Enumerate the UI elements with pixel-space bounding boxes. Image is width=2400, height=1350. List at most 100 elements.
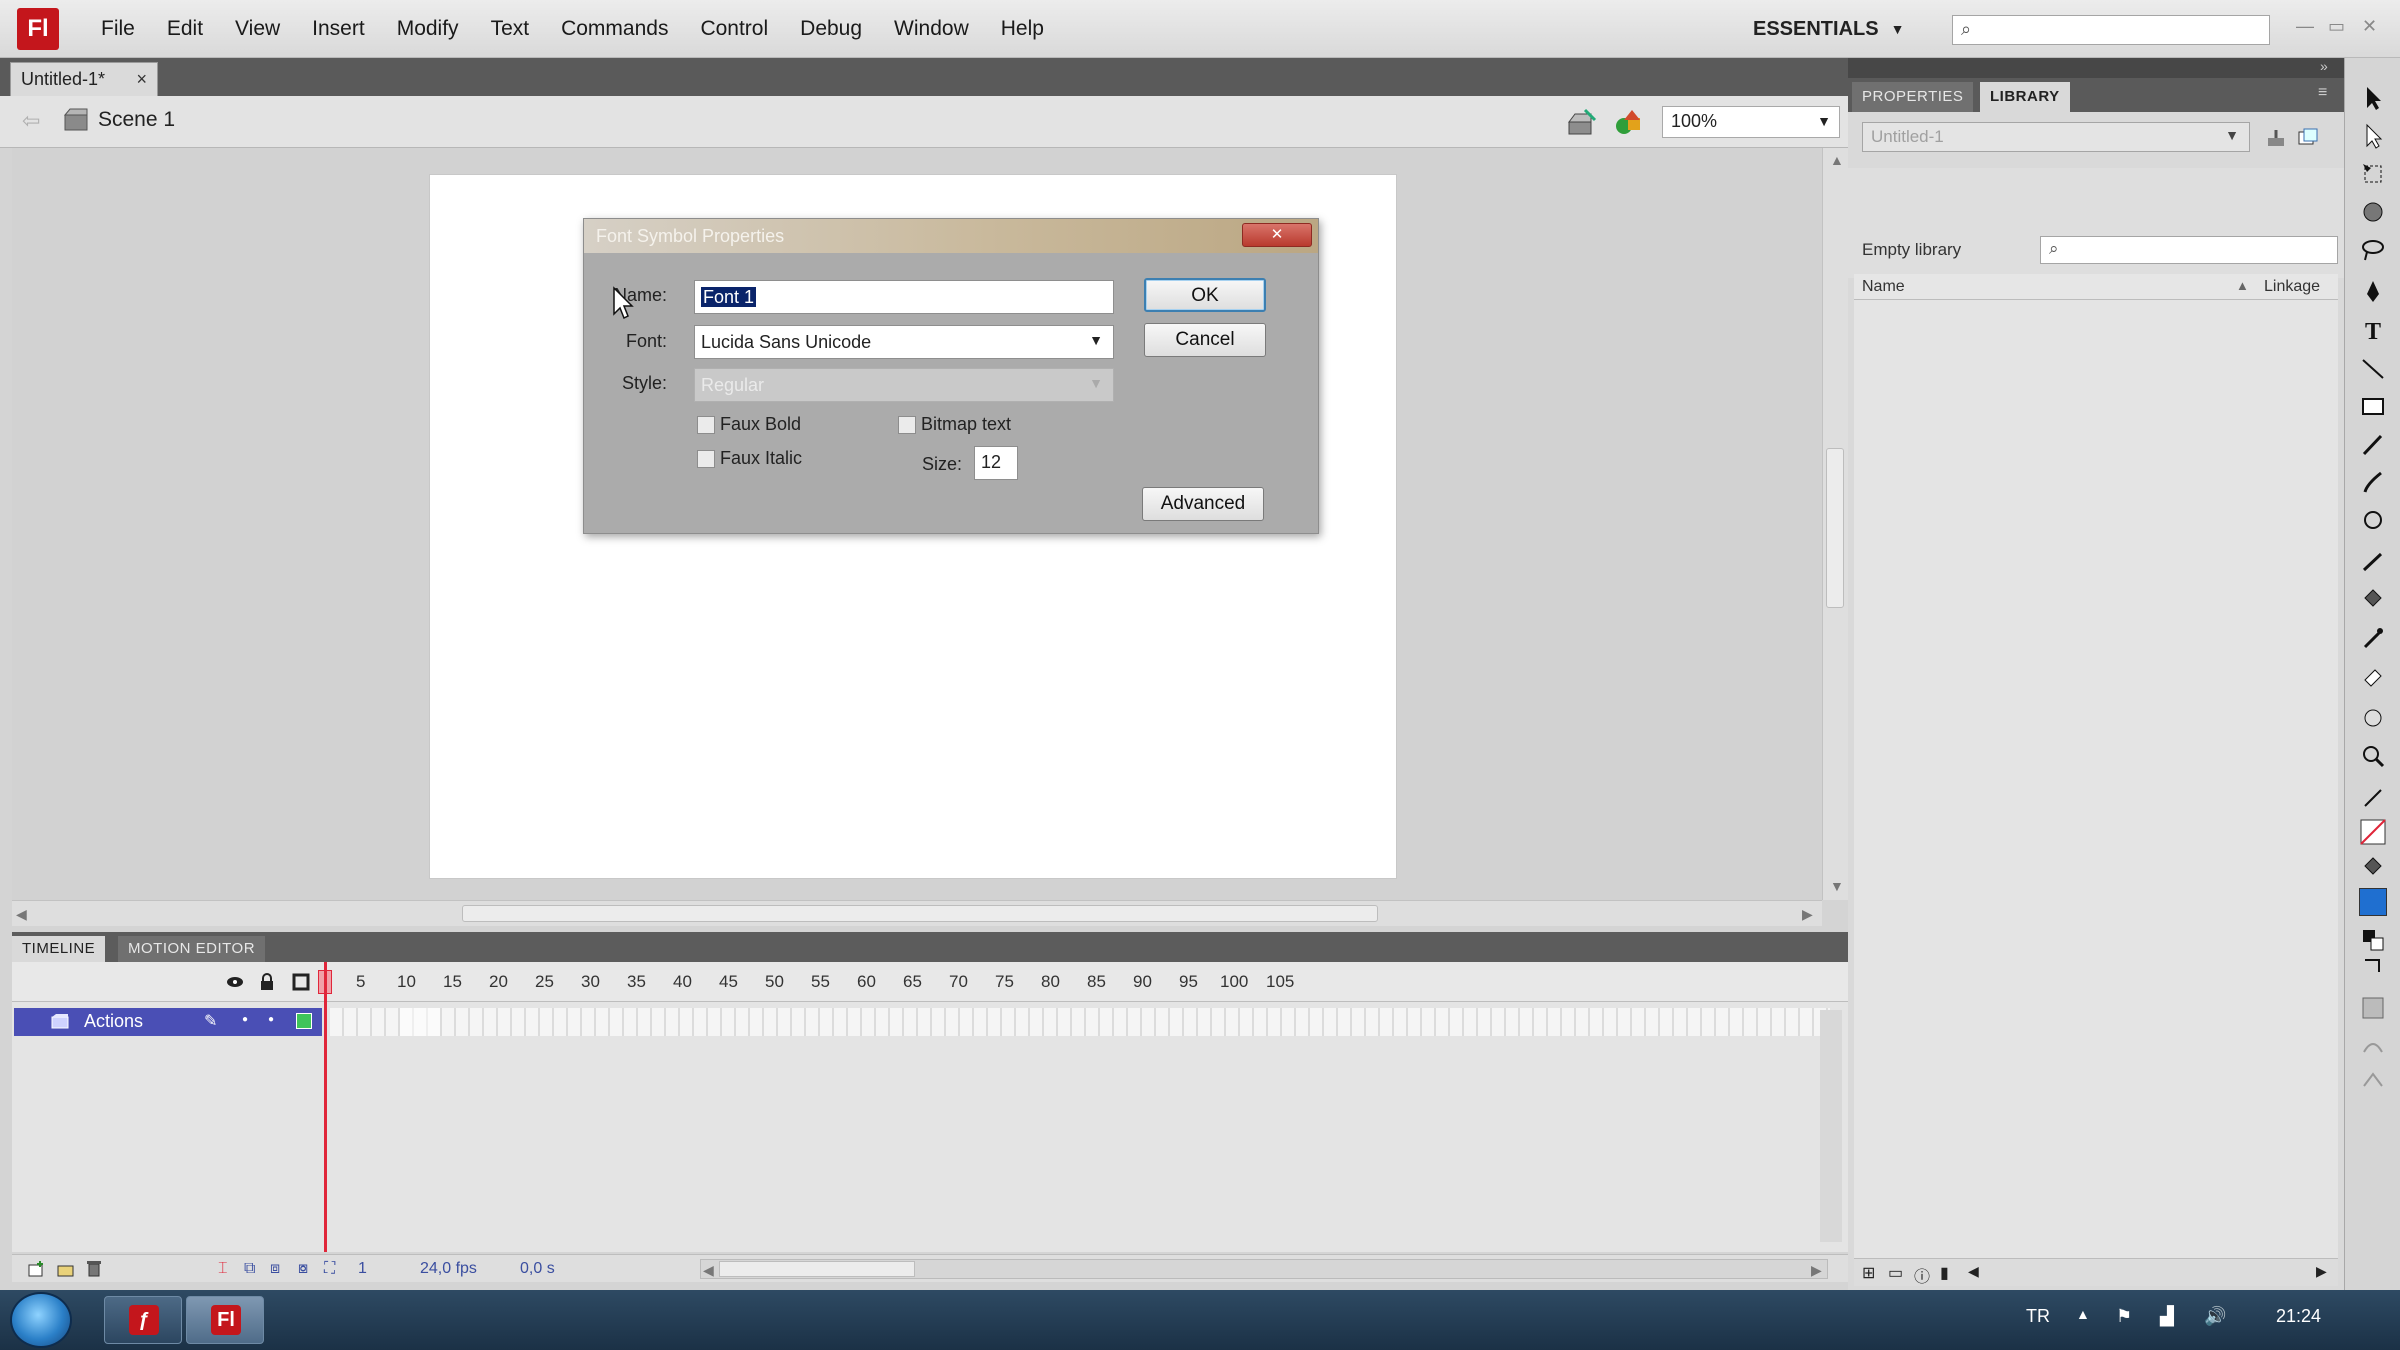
outline-color-swatch[interactable]: [296, 1013, 312, 1029]
sort-ascending-icon[interactable]: ▲: [2236, 278, 2249, 293]
help-search-input[interactable]: ⌕: [1952, 15, 2270, 45]
black-white-icon[interactable]: [2359, 926, 2387, 954]
taskbar-flash-player[interactable]: ƒ: [104, 1296, 182, 1344]
show-hidden-icons-icon[interactable]: ▲: [2076, 1306, 2100, 1330]
scroll-right-icon[interactable]: ▶: [2316, 1263, 2327, 1280]
scroll-left-icon[interactable]: ◀: [1968, 1263, 1979, 1280]
outline-icon[interactable]: [292, 973, 310, 991]
new-folder-icon[interactable]: [56, 1259, 76, 1279]
library-document-select[interactable]: Untitled-1 ▼: [1862, 122, 2250, 152]
scroll-right-icon[interactable]: ▶: [1802, 906, 1813, 923]
eraser-tool-icon[interactable]: [2359, 662, 2387, 690]
lasso-tool-icon[interactable]: [2359, 236, 2387, 264]
new-layer-icon[interactable]: [26, 1259, 46, 1279]
smooth-icon[interactable]: [2359, 1032, 2387, 1060]
rectangle-tool-icon[interactable]: [2359, 392, 2387, 420]
dialog-close-button[interactable]: ✕: [1242, 223, 1312, 247]
modify-markers-icon[interactable]: ⛶: [324, 1260, 335, 1278]
menu-edit[interactable]: Edit: [151, 0, 219, 58]
free-transform-tool-icon[interactable]: [2359, 160, 2387, 188]
fill-color-icon[interactable]: [2359, 854, 2387, 882]
paint-bucket-tool-icon[interactable]: [2359, 586, 2387, 614]
menu-modify[interactable]: Modify: [381, 0, 475, 58]
text-tool-icon[interactable]: T: [2359, 316, 2387, 344]
delete-icon[interactable]: ▮: [1940, 1263, 1949, 1283]
menu-text[interactable]: Text: [475, 0, 546, 58]
workspace-switcher[interactable]: ESSENTIALS ▼: [1753, 12, 1904, 46]
input-language[interactable]: TR: [2026, 1306, 2050, 1327]
scroll-right-icon[interactable]: ▶: [1811, 1262, 1822, 1279]
library-search-input[interactable]: ⌕: [2040, 236, 2338, 264]
properties-icon[interactable]: ⓘ: [1914, 1263, 1930, 1287]
onion-outline-icon[interactable]: ⧈: [270, 1260, 280, 1278]
menu-file[interactable]: File: [85, 0, 151, 58]
maximize-icon[interactable]: ▭: [2328, 16, 2345, 37]
cancel-button[interactable]: Cancel: [1144, 323, 1266, 357]
pen-tool-icon[interactable]: [2359, 278, 2387, 306]
brush-tool-icon[interactable]: [2359, 468, 2387, 496]
bitmap-text-checkbox[interactable]: [898, 416, 916, 434]
stroke-color-swatch[interactable]: [2359, 818, 2387, 846]
layer-row-actions[interactable]: Actions ✎ ● ●: [14, 1008, 322, 1036]
new-symbol-icon[interactable]: ⊞: [1862, 1263, 1875, 1283]
menu-window[interactable]: Window: [878, 0, 985, 58]
eyedropper-tool-icon[interactable]: [2359, 624, 2387, 652]
line-tool-icon[interactable]: [2359, 354, 2387, 382]
font-select[interactable]: Lucida Sans Unicode ▼: [694, 325, 1114, 359]
faux-italic-checkbox[interactable]: [697, 450, 715, 468]
minimize-icon[interactable]: —: [2296, 16, 2314, 37]
scroll-down-icon[interactable]: ▼: [1830, 878, 1844, 894]
eye-icon[interactable]: [226, 973, 244, 991]
panel-menu-icon[interactable]: ≡: [2318, 84, 2327, 102]
edit-multiple-frames-icon[interactable]: ⧇: [298, 1260, 308, 1278]
size-field[interactable]: 12: [974, 446, 1018, 480]
close-tab-icon[interactable]: ×: [136, 69, 147, 90]
network-icon[interactable]: ▟: [2160, 1306, 2184, 1330]
subselection-tool-icon[interactable]: [2359, 122, 2387, 150]
tab-motion-editor[interactable]: MOTION EDITOR: [118, 936, 266, 962]
close-icon[interactable]: ✕: [2362, 16, 2377, 37]
stage-vertical-scrollbar[interactable]: ▲ ▼: [1822, 148, 1848, 900]
ok-button[interactable]: OK: [1144, 278, 1266, 312]
edit-symbol-icon[interactable]: [1612, 106, 1646, 138]
collapse-panel-icon[interactable]: »: [2320, 58, 2328, 74]
frame-track[interactable]: [330, 1008, 1830, 1036]
new-library-panel-icon[interactable]: [2296, 126, 2320, 150]
tab-timeline[interactable]: TIMELINE: [12, 936, 106, 962]
visibility-dot-icon[interactable]: ●: [242, 1014, 248, 1025]
menu-debug[interactable]: Debug: [784, 0, 878, 58]
onion-skin-icon[interactable]: ⧉: [244, 1260, 255, 1278]
menu-insert[interactable]: Insert: [296, 0, 381, 58]
dialog-titlebar[interactable]: Font Symbol Properties ✕: [584, 219, 1318, 253]
column-linkage[interactable]: Linkage: [2264, 278, 2320, 296]
edit-scene-icon[interactable]: [1565, 106, 1599, 138]
menu-help[interactable]: Help: [985, 0, 1060, 58]
new-folder-icon[interactable]: ▭: [1888, 1263, 1903, 1283]
snap-to-objects-icon[interactable]: [2359, 994, 2387, 1022]
lock-icon[interactable]: [258, 973, 276, 991]
deco-tool-icon[interactable]: [2359, 506, 2387, 534]
tab-library[interactable]: LIBRARY: [1980, 82, 2070, 112]
timeline-horizontal-scrollbar[interactable]: ◀ ▶: [700, 1259, 1828, 1279]
scroll-left-icon[interactable]: ◀: [703, 1262, 714, 1279]
fill-color-swatch[interactable]: [2359, 888, 2387, 916]
bone-tool-icon[interactable]: [2359, 548, 2387, 576]
stage-horizontal-scrollbar[interactable]: ◀ ▶: [12, 900, 1822, 926]
document-tab[interactable]: Untitled-1* ×: [10, 62, 158, 96]
pencil-tool-icon[interactable]: [2359, 430, 2387, 458]
volume-icon[interactable]: 🔊: [2204, 1306, 2228, 1330]
scroll-thumb[interactable]: [719, 1261, 915, 1277]
3d-rotation-tool-icon[interactable]: [2359, 198, 2387, 226]
pin-library-icon[interactable]: [2264, 126, 2288, 150]
library-item-list[interactable]: [1854, 300, 2338, 1260]
faux-bold-checkbox[interactable]: [697, 416, 715, 434]
name-field[interactable]: Font 1: [694, 280, 1114, 314]
lock-dot-icon[interactable]: ●: [268, 1014, 274, 1025]
scroll-thumb[interactable]: [462, 905, 1378, 922]
timeline-vertical-scrollbar[interactable]: [1820, 1010, 1842, 1242]
system-clock[interactable]: 21:24: [2276, 1306, 2321, 1327]
swap-colors-icon[interactable]: [2359, 952, 2387, 980]
advanced-button[interactable]: Advanced: [1142, 487, 1264, 521]
tab-properties[interactable]: PROPERTIES: [1852, 82, 1974, 112]
action-center-icon[interactable]: ⚑: [2116, 1306, 2140, 1330]
